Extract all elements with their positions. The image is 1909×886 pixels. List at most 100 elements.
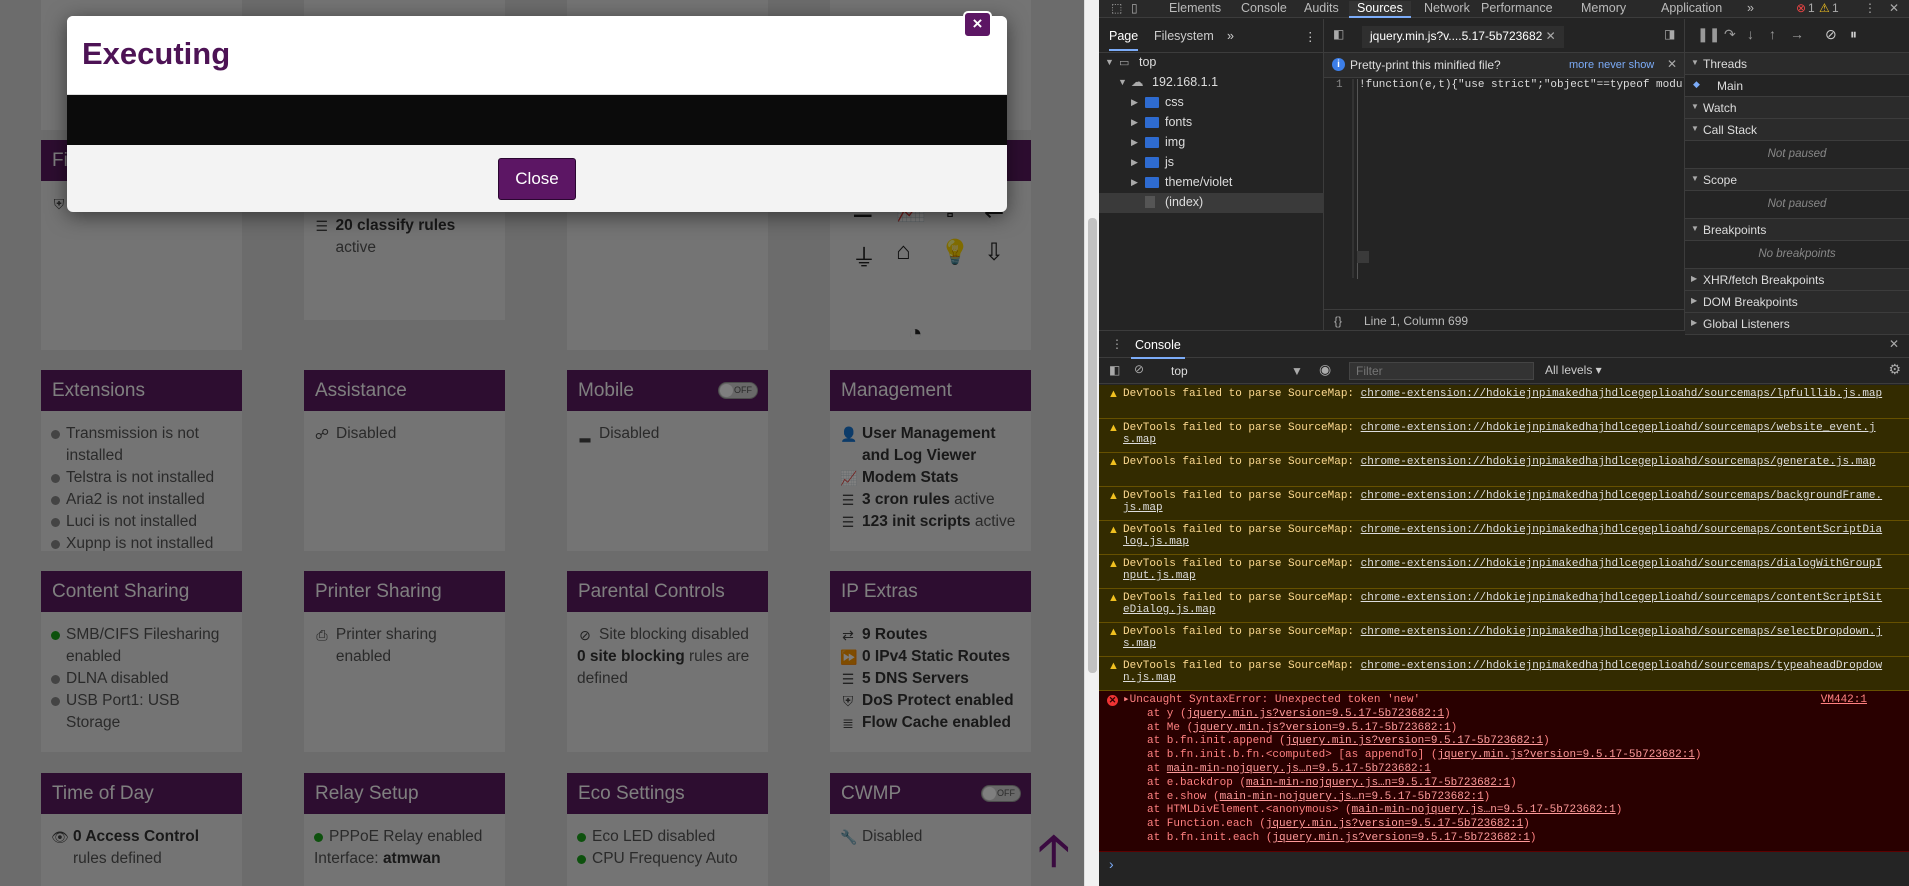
error-count-icon[interactable]: ⊗: [1796, 1, 1806, 15]
device-toolbar-icon[interactable]: ▯: [1131, 1, 1138, 15]
error-count[interactable]: 1: [1808, 1, 1815, 15]
nav-tab-filesystem[interactable]: Filesystem: [1154, 29, 1214, 43]
toggle-debugger-icon[interactable]: ◨: [1664, 27, 1675, 41]
tree-item-folder[interactable]: ▶ js: [1099, 153, 1324, 173]
section-watch[interactable]: ▼ Watch: [1685, 97, 1909, 119]
modal-x-close-button[interactable]: ×: [963, 11, 992, 38]
devtools-tab-audits[interactable]: Audits: [1304, 1, 1339, 15]
toggle-navigator-icon[interactable]: ◧: [1333, 27, 1344, 41]
devtools-tab-console[interactable]: Console: [1241, 1, 1287, 15]
console-tab[interactable]: Console: [1131, 338, 1185, 359]
sourcemap-link[interactable]: chrome-extension://hdokiejnpimakedhajhdl…: [1361, 456, 1876, 468]
step-into-icon[interactable]: ↓: [1747, 26, 1754, 42]
context-select[interactable]: top ▼: [1161, 362, 1311, 380]
stack-frame-link[interactable]: main-min-nojquery.js…n=9.5.17-5b723682:1: [1352, 804, 1616, 816]
error-message[interactable]: ▸Uncaught SyntaxError: Unexpected token …: [1123, 694, 1909, 708]
sourcemap-link[interactable]: chrome-extension://hdokiejnpimakedhajhdl…: [1361, 388, 1883, 400]
tree-item-folder[interactable]: ▶ theme/violet: [1099, 173, 1324, 193]
devtools-tab-memory[interactable]: Memory: [1581, 1, 1626, 15]
nav-tab-more[interactable]: »: [1227, 29, 1234, 43]
tree-item-folder[interactable]: ▶ css: [1099, 93, 1324, 113]
devtools-tab-network[interactable]: Network: [1424, 1, 1470, 15]
console-warning: ▲ DevTools failed to parse SourceMap: chr…: [1099, 487, 1909, 521]
log-levels-select[interactable]: All levels ▾: [1545, 363, 1602, 377]
section-xhr-fetch-breakpoints[interactable]: ▶ XHR/fetch Breakpoints: [1685, 269, 1909, 291]
stack-frame-link[interactable]: jquery.min.js?version=9.5.17-5b723682:1: [1286, 735, 1543, 747]
warning-icon: ▲: [1108, 592, 1119, 604]
inspect-icon[interactable]: ⬚: [1111, 1, 1122, 15]
stack-frame-link[interactable]: jquery.min.js?version=9.5.17-5b723682:1: [1272, 832, 1529, 844]
section-threads[interactable]: ▼ Threads: [1685, 53, 1909, 75]
devtools-tab-performance[interactable]: Performance: [1481, 1, 1553, 15]
stack-frame-link[interactable]: jquery.min.js?version=9.5.17-5b723682:1: [1266, 818, 1523, 830]
tree-label: fonts: [1165, 115, 1193, 129]
code-area[interactable]: 1 !function(e,t){"use strict";"object"==…: [1324, 79, 1685, 309]
clear-console-icon[interactable]: ⊘: [1134, 362, 1144, 376]
step-out-icon[interactable]: ↑: [1769, 26, 1776, 42]
drawer-menu-icon[interactable]: ⋮: [1111, 337, 1123, 351]
caret-down-icon: ▼: [1691, 224, 1699, 233]
page-scrollbar[interactable]: [1084, 0, 1099, 886]
pretty-print-more-link[interactable]: more: [1569, 59, 1594, 71]
section-dom-breakpoints[interactable]: ▶ DOM Breakpoints: [1685, 291, 1909, 313]
step-icon[interactable]: →: [1790, 26, 1804, 42]
section-breakpoints[interactable]: ▼ Breakpoints: [1685, 219, 1909, 241]
nav-tab-page[interactable]: Page: [1109, 29, 1139, 51]
stack-frame-link[interactable]: jquery.min.js?version=9.5.17-5b723682:1: [1437, 749, 1694, 761]
caret-down-icon[interactable]: ▼: [1105, 57, 1114, 67]
close-tab-icon[interactable]: ✕: [1546, 29, 1556, 43]
devtools-tab-[interactable]: »: [1747, 1, 1754, 15]
caret-right-icon[interactable]: ▶: [1131, 177, 1138, 188]
console-prompt[interactable]: ›: [1109, 856, 1114, 872]
nav-menu-icon[interactable]: ⋮: [1304, 29, 1317, 44]
format-icon[interactable]: {}: [1334, 314, 1342, 328]
tree-item-cloud[interactable]: ▼ ☁ 192.168.1.1: [1099, 73, 1324, 93]
devtools-tab-sources[interactable]: Sources: [1349, 1, 1411, 18]
section-call-stack[interactable]: ▼ Call Stack: [1685, 119, 1909, 141]
tree-item-folder[interactable]: ▶ img: [1099, 133, 1324, 153]
caret-right-icon[interactable]: ▶: [1131, 137, 1138, 148]
stack-frame: at Function.each (jquery.min.js?version=…: [1147, 818, 1530, 831]
section-scope[interactable]: ▼ Scope: [1685, 169, 1909, 191]
tree-item-folder[interactable]: ▶ fonts: [1099, 113, 1324, 133]
warning-count-icon[interactable]: ⚠: [1819, 1, 1830, 15]
sidebar-toggle-icon[interactable]: ◧: [1109, 363, 1120, 377]
devtools-tabbar: ⬚ ▯ Elements Console Audits Sources Network P…: [1099, 0, 1909, 18]
code-line-1[interactable]: !function(e,t){"use strict";"object"==ty…: [1359, 79, 1682, 91]
scrollbar-thumb[interactable]: [1088, 218, 1097, 673]
devtools-tab-application[interactable]: Application: [1661, 1, 1722, 15]
error-source-link[interactable]: VM442:1: [1821, 694, 1867, 708]
scroll-to-top-icon[interactable]: 🡡: [1038, 818, 1070, 886]
warning-count[interactable]: 1: [1832, 1, 1839, 15]
console-toolbar: ◧ ⊘ top▼ ◉ All levels ▾ ⚙: [1099, 358, 1909, 384]
more-menu-icon[interactable]: ⋮: [1864, 1, 1876, 15]
step-over-icon[interactable]: ↷: [1724, 26, 1736, 43]
console-filter-input[interactable]: [1349, 362, 1534, 380]
pause-icon[interactable]: ❚❚: [1697, 26, 1720, 43]
pretty-print-never-link[interactable]: never show: [1598, 59, 1654, 71]
caret-right-icon[interactable]: ▶: [1131, 97, 1138, 108]
console-settings-gear-icon[interactable]: ⚙: [1888, 361, 1901, 378]
deactivate-breakpoints-icon[interactable]: ⊘: [1825, 26, 1837, 43]
pause-on-exceptions-icon[interactable]: ⏸: [1850, 26, 1857, 43]
tree-item-frame[interactable]: ▼ ▭ top: [1099, 53, 1324, 73]
stack-frame-link[interactable]: jquery.min.js?version=9.5.17-5b723682:1: [1187, 708, 1444, 720]
editor-file-tab[interactable]: jquery.min.js?v....5.17-5b723682 ✕: [1362, 26, 1564, 48]
stack-frame-link[interactable]: main-min-nojquery.js…n=9.5.17-5b723682:1: [1246, 777, 1510, 789]
stack-frame-link[interactable]: jquery.min.js?version=9.5.17-5b723682:1: [1193, 722, 1450, 734]
stack-frame-link[interactable]: main-min-nojquery.js…n=9.5.17-5b723682:1: [1167, 763, 1431, 775]
close-devtools-icon[interactable]: ✕: [1889, 1, 1899, 15]
caret-right-icon[interactable]: ▶: [1131, 117, 1138, 128]
executing-modal: Executing Close: [67, 16, 1007, 212]
caret-down-icon[interactable]: ▼: [1118, 77, 1127, 87]
stack-frame-link[interactable]: main-min-nojquery.js…n=9.5.17-5b723682:1: [1220, 791, 1484, 803]
devtools-tab-elements[interactable]: Elements: [1169, 1, 1221, 15]
modal-output: [67, 95, 1007, 145]
close-drawer-icon[interactable]: ✕: [1889, 337, 1899, 351]
caret-right-icon[interactable]: ▶: [1131, 157, 1138, 168]
modal-close-button[interactable]: Close: [498, 157, 576, 200]
thread-main[interactable]: ◆ Main: [1685, 75, 1909, 97]
close-infobar-icon[interactable]: ✕: [1667, 57, 1677, 71]
live-expression-eye-icon[interactable]: ◉: [1319, 361, 1331, 378]
tree-item-file[interactable]: (index): [1099, 193, 1324, 213]
